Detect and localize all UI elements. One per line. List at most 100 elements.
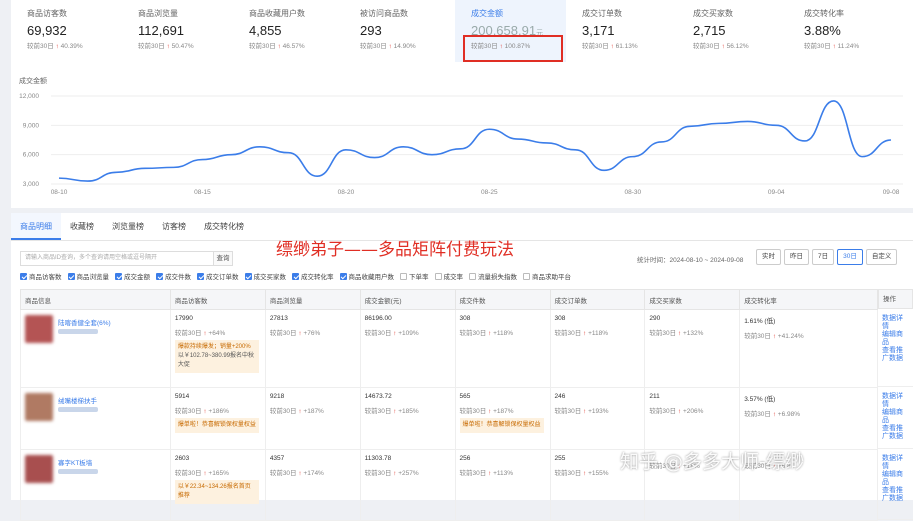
range-button[interactable]: 实时 — [756, 249, 781, 265]
stat-card[interactable]: 商品收藏用户数4,855较前30日 ↑ 46.57% — [233, 0, 344, 62]
metric-cell: 256较前30日 ↑ +113% — [455, 450, 550, 521]
checkbox-icon[interactable] — [435, 273, 442, 280]
column-header: 成交件数 — [455, 290, 550, 310]
metric-checkboxes: 商品访客数商品浏览量成交金额 成交件数成交订单数成交买家数成交转化率商品收藏用户数… — [20, 271, 571, 281]
op-link[interactable]: 查看推广数据 — [882, 425, 909, 441]
stat-compare: 较前30日 ↑ 11.24% — [804, 40, 899, 50]
stat-compare: 较前30日 ↑ 50.47% — [138, 40, 233, 50]
checkbox-label: 成交件数 — [165, 271, 191, 281]
metric-checkbox[interactable]: 成交件数 — [156, 271, 191, 281]
op-link[interactable]: 数据详情 — [882, 455, 909, 471]
metric-compare: 较前30日 ↑ +118% — [460, 327, 546, 337]
op-link[interactable]: 查看推广数据 — [882, 487, 909, 503]
stat-card[interactable]: 商品浏览量112,691较前30日 ↑ 50.47% — [122, 0, 233, 62]
metric-checkbox[interactable]: 成交转化率 — [292, 271, 334, 281]
product-name[interactable]: 寡字KT板墙 — [58, 457, 98, 467]
y-tick-label: 12,000 — [19, 93, 39, 100]
checkbox-icon[interactable] — [340, 273, 347, 280]
checkbox-icon[interactable] — [20, 273, 27, 280]
op-link[interactable]: 编辑商品 — [882, 331, 909, 347]
product-name[interactable]: 绒嘴楼梯扶手 — [58, 395, 98, 405]
stat-compare: 较前30日 ↑ 14.90% — [360, 40, 455, 50]
tab-item[interactable]: 访客榜 — [153, 213, 195, 240]
metric-checkbox[interactable]: 成交率 — [435, 271, 464, 281]
op-link[interactable]: 编辑商品 — [882, 471, 909, 487]
product-thumbnail[interactable] — [25, 393, 53, 421]
op-link[interactable]: 数据详情 — [882, 393, 909, 409]
checkbox-icon[interactable] — [115, 273, 122, 280]
range-button[interactable]: 昨日 — [784, 249, 809, 265]
op-link[interactable]: 查看推广数据 — [882, 347, 909, 363]
metric-cell: 308较前30日 ↑ +118% — [455, 310, 550, 388]
stat-delta: 46.57% — [281, 43, 305, 50]
checkbox-icon[interactable] — [292, 273, 299, 280]
metric-cell: 4357较前30日 ↑ +174% — [265, 450, 360, 521]
range-button[interactable]: 自定义 — [866, 249, 898, 265]
stat-value: 293 — [360, 22, 455, 40]
checkbox-icon[interactable] — [197, 273, 204, 280]
metric-checkbox[interactable]: 成交买家数 — [245, 271, 287, 281]
stat-label: 商品收藏用户数 — [249, 8, 344, 22]
checkbox-icon[interactable] — [68, 273, 75, 280]
metric-delta: +64% — [207, 330, 226, 337]
metric-checkbox[interactable]: 商品求助平台 — [523, 271, 571, 281]
query-button[interactable]: 查询 — [213, 251, 233, 266]
op-cell: 数据详情编辑商品查看推广数据 — [878, 309, 913, 387]
stat-card[interactable]: 成交买家数2,715较前30日 ↑ 56.12% — [677, 0, 788, 62]
metric-compare: 较前30日 ↑ +257% — [365, 467, 451, 477]
checkbox-label: 成交率 — [444, 271, 464, 281]
checkbox-icon[interactable] — [400, 273, 407, 280]
stat-card[interactable]: 成交转化率3.88%较前30日 ↑ 11.24% — [788, 0, 899, 62]
metric-compare: 较前30日 ↑ +109% — [365, 327, 451, 337]
metric-compare: 较前30日 ↑ +187% — [460, 405, 546, 415]
metric-delta: +76% — [302, 330, 321, 337]
stat-delta: 50.47% — [170, 43, 194, 50]
tab-item[interactable]: 收藏榜 — [61, 213, 103, 240]
checkbox-icon[interactable] — [156, 273, 163, 280]
stat-card[interactable]: 被访问商品数293较前30日 ↑ 14.90% — [344, 0, 455, 62]
checkbox-icon[interactable] — [523, 273, 530, 280]
metric-value: 4357 — [270, 455, 356, 462]
metric-checkbox[interactable]: 商品收藏用户数 — [340, 271, 395, 281]
checkbox-icon[interactable] — [245, 273, 252, 280]
range-button[interactable]: 7日 — [812, 249, 834, 265]
op-link[interactable]: 编辑商品 — [882, 409, 909, 425]
metric-value: 5914 — [175, 393, 261, 400]
product-thumbnail[interactable] — [25, 315, 53, 343]
checkbox-icon[interactable] — [469, 273, 476, 280]
column-header: 成交订单数 — [550, 290, 645, 310]
range-buttons: 实时昨日7日30日自定义 — [756, 249, 897, 265]
metric-value: 2603 — [175, 455, 261, 462]
product-cell: 寡字KT板墙 — [21, 450, 171, 521]
promo-line: 爆单啦！恭喜解锁保权量权益 — [178, 421, 256, 430]
metric-checkbox[interactable]: 商品浏览量 — [68, 271, 110, 281]
metric-checkbox[interactable]: 成交金额 — [115, 271, 150, 281]
metric-delta: +155% — [586, 470, 608, 477]
stat-label: 成交买家数 — [693, 8, 788, 22]
stat-value: 3,171 — [582, 22, 677, 40]
blurred-text — [58, 407, 98, 412]
x-tick-label: 08-30 — [624, 189, 641, 196]
tab-item[interactable]: 浏览量榜 — [103, 213, 153, 240]
search-input[interactable]: 请输入商品ID查询，多个查询请用空格或逗号隔开 — [20, 251, 229, 266]
op-link[interactable]: 数据详情 — [882, 315, 909, 331]
tab-item[interactable]: 商品明细 — [11, 213, 61, 240]
stat-card[interactable]: 商品访客数69,932较前30日 ↑ 40.39% — [11, 0, 122, 62]
metric-cell: 27813较前30日 ↑ +76% — [265, 310, 360, 388]
metric-checkbox[interactable]: 流量损失指数 — [469, 271, 517, 281]
column-header: 成交买家数 — [645, 290, 740, 310]
stat-card[interactable]: 成交订单数3,171较前30日 ↑ 61.13% — [566, 0, 677, 62]
promo-tip: 以￥22.34~134.26报名首页推荐 — [175, 480, 259, 504]
metric-checkbox[interactable]: 成交订单数 — [197, 271, 239, 281]
metric-checkbox[interactable]: 下单率 — [400, 271, 429, 281]
product-thumbnail[interactable] — [25, 455, 53, 483]
product-name[interactable]: 陆喀香健全套(6%) — [58, 317, 111, 327]
promo-line: 爆款持续爆发；销量+200% — [178, 343, 256, 352]
blurred-text — [58, 469, 98, 474]
metric-checkbox[interactable]: 商品访客数 — [20, 271, 62, 281]
tab-item[interactable]: 成交转化榜 — [195, 213, 253, 240]
range-button[interactable]: 30日 — [837, 249, 863, 265]
blurred-text — [58, 329, 98, 334]
metric-cell: 246较前30日 ↑ +193% — [550, 388, 645, 450]
y-tick-label: 3,000 — [23, 181, 40, 188]
